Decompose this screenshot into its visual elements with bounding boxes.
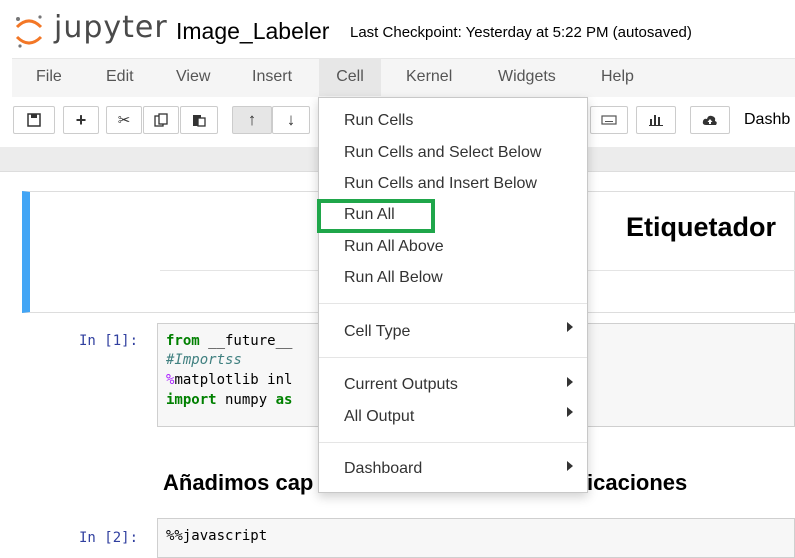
submenu-caret-icon [567,407,573,417]
menu-help[interactable]: Help [587,58,648,96]
menu-run-cells-insert-below[interactable]: Run Cells and Insert Below [344,175,537,193]
keyword-from: from [166,333,200,349]
keyword-import: import [166,392,217,408]
keyword-as: as [275,392,293,408]
cell-2-prompt: In [2]: [79,530,139,546]
cell-1-prompt: In [1]: [79,333,139,349]
jupyter-logo-icon[interactable] [14,13,44,49]
keyboard-button[interactable] [590,106,628,134]
notebook-name[interactable]: Image_Labeler [176,18,329,45]
section-heading-right: icaciones [587,470,688,495]
menu-widgets[interactable]: Widgets [484,58,570,96]
markdown-heading: Etiquetador [626,212,777,242]
code-line-3: %matplotlib inl [166,372,292,388]
menu-edit[interactable]: Edit [92,58,148,96]
menu-run-all-below[interactable]: Run All Below [344,269,443,287]
menu-divider [319,442,587,443]
save-button[interactable] [13,106,55,134]
plus-icon: + [75,109,87,130]
menu-run-cells-select-below[interactable]: Run Cells and Select Below [344,144,541,162]
copy-icon [154,113,168,127]
menu-kernel[interactable]: Kernel [392,58,466,96]
menu-divider [319,303,587,304]
run-all-highlight-box [317,199,435,233]
paste-icon [193,115,206,127]
copy-button[interactable] [143,106,179,134]
code-line-2-1: %%javascript [166,528,268,544]
cut-button[interactable]: ✂ [106,106,142,134]
menu-divider [319,357,587,358]
code-text: matplotlib inl [174,372,293,388]
bar-chart-icon [649,115,663,126]
menu-view[interactable]: View [162,58,224,96]
code-text: __future__ [199,333,293,349]
save-icon [27,113,41,127]
paste-button[interactable] [180,106,218,134]
menu-cell[interactable]: Cell [319,58,381,96]
scissors-icon: ✂ [117,112,131,129]
submenu-caret-icon [567,377,573,387]
move-up-button[interactable]: ↑ [232,106,272,134]
menu-dashboard[interactable]: Dashboard [344,460,422,478]
code-line-1: from __future__ [166,333,292,349]
cloud-upload-button[interactable] [690,106,730,134]
arrow-up-icon: ↑ [247,110,257,129]
menu-run-all-above[interactable]: Run All Above [344,238,444,256]
move-down-button[interactable]: ↓ [272,106,310,134]
menu-run-cells[interactable]: Run Cells [344,112,413,130]
section-heading-left: Añadimos cap [163,470,314,495]
menu-file[interactable]: File [22,58,76,96]
arrow-down-icon: ↓ [286,110,296,129]
keyboard-icon [601,115,617,125]
dashboard-view-label[interactable]: Dashb [744,111,790,129]
insert-cell-button[interactable]: + [63,106,99,134]
menu-all-output[interactable]: All Output [344,408,414,426]
menu-insert[interactable]: Insert [238,58,306,96]
code-text: numpy [216,392,276,408]
menu-current-outputs[interactable]: Current Outputs [344,376,458,394]
cloud-upload-icon [702,115,717,125]
jupyter-logo-text[interactable]: jupyter [54,10,168,45]
code-line-2: #Importss [166,352,242,368]
code-line-4: import numpy as [166,392,292,408]
submenu-caret-icon [567,461,573,471]
checkpoint-status: Last Checkpoint: Yesterday at 5:22 PM (a… [350,24,692,41]
menu-cell-type[interactable]: Cell Type [344,323,410,341]
dashboard-chart-button[interactable] [636,106,676,134]
submenu-caret-icon [567,322,573,332]
